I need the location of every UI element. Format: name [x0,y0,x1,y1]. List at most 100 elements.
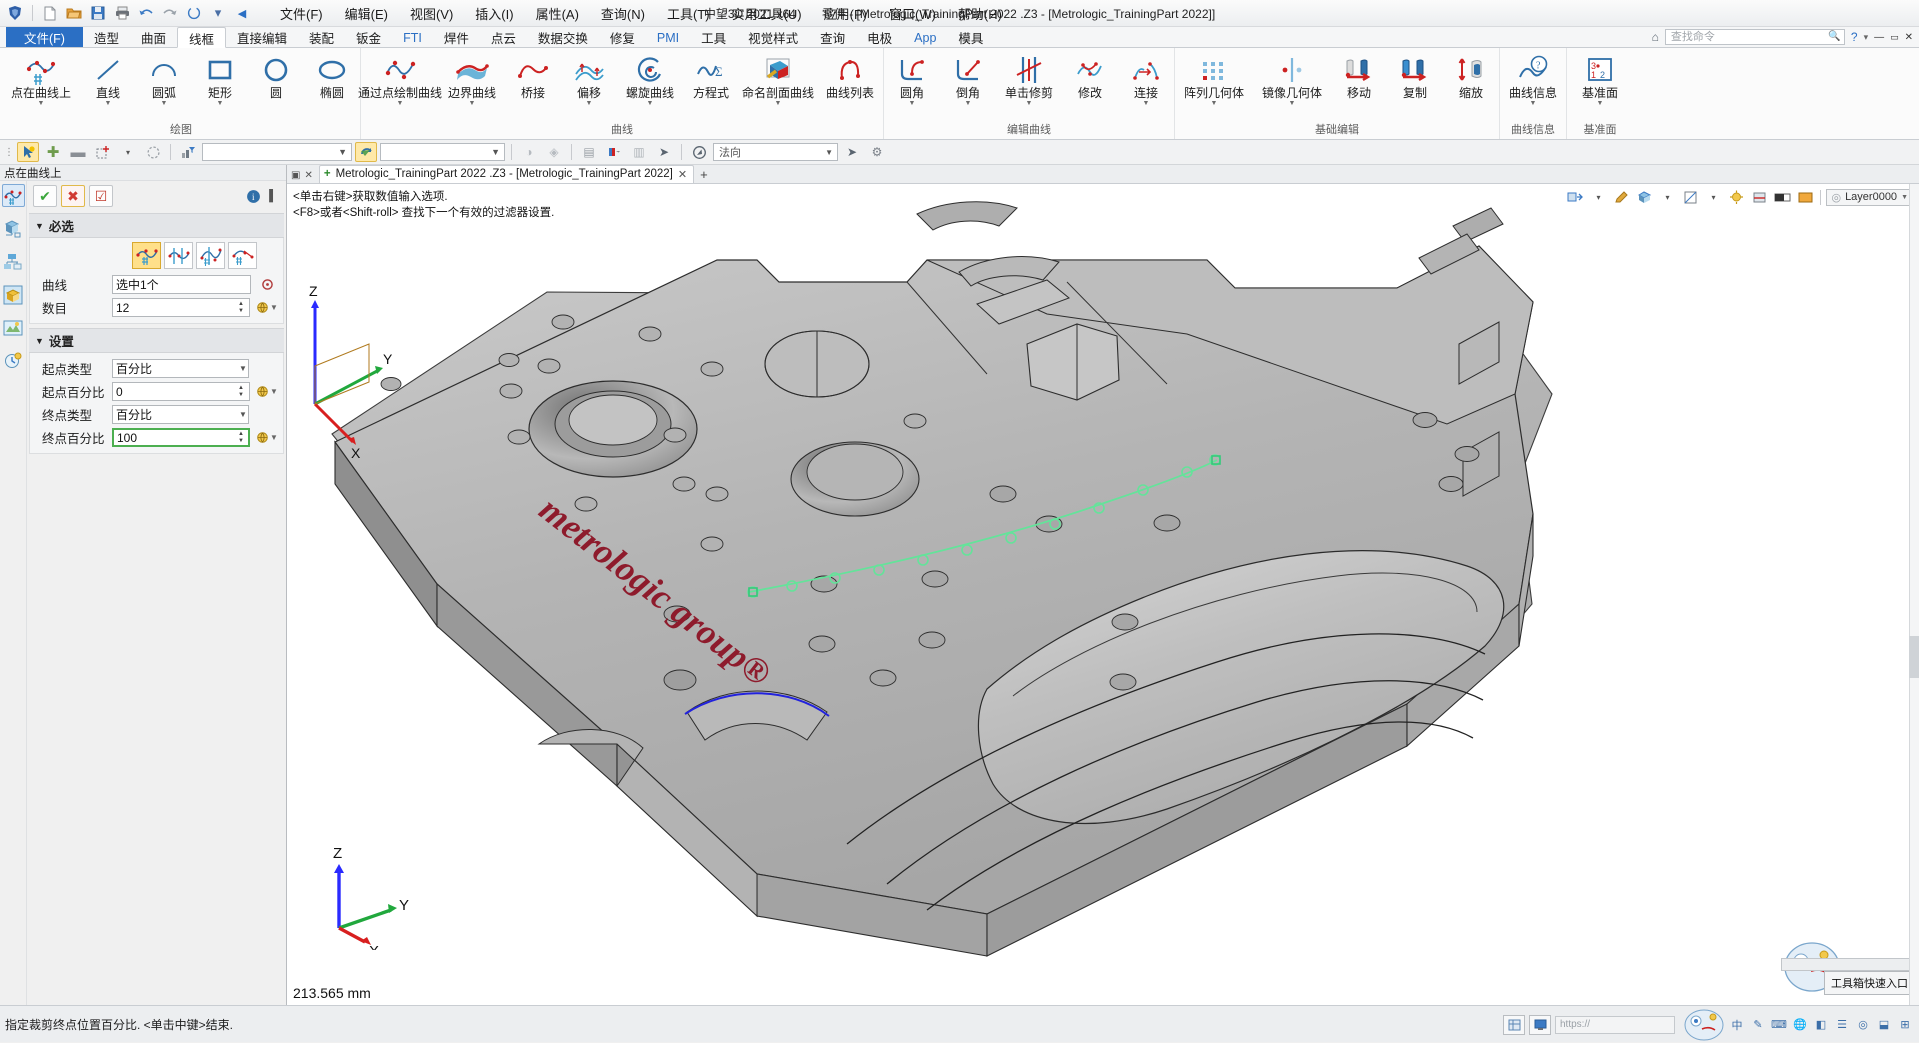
tab-sheetmetal[interactable]: 钣金 [345,27,392,47]
grid-icon[interactable] [1503,1014,1525,1035]
ribbon-item-curve-info[interactable]: ? 曲线信息 ▼ [1500,52,1566,109]
chevron-down-icon[interactable]: ▾ [117,142,139,162]
chevron-down-icon[interactable]: ▼ [217,100,224,109]
chevron-down-icon[interactable]: ▼ [965,100,972,109]
3d-viewport[interactable]: <单击右键>获取数值输入选项. <F8>或者<Shift-roll> 查找下一个… [287,184,1919,1005]
monitor-icon[interactable] [1529,1014,1551,1035]
circle-select-icon[interactable] [142,142,164,162]
start-percent-spinner[interactable]: ▲ ▼ [238,385,251,399]
shade-icon[interactable]: ◈ [543,142,565,162]
ribbon-item-modify[interactable]: 修改 ▼ [1062,52,1118,109]
chevron-down-icon[interactable]: ▼ [270,433,278,442]
ribbon-item-rectangle[interactable]: 矩形 ▼ [192,52,248,109]
end-percent-spinner[interactable]: ▲ ▼ [238,431,251,445]
ribbon-tab-bar[interactable]: 文件(F) 造型 曲面 线框 直接编辑 装配 钣金 FTI 焊件 点云 数据交换… [0,27,1919,48]
menu-view[interactable]: 视图(V) [399,1,464,26]
tab-weldment[interactable]: 焊件 [433,27,480,47]
ribbon-item-connect[interactable]: 连接 ▼ [1118,52,1174,109]
viewport-scrollbar[interactable] [1909,184,1919,1005]
tray-target-icon[interactable]: ◎ [1855,1018,1871,1031]
refresh-icon[interactable] [183,3,205,24]
ribbon-item-datum-plane[interactable]: 3 1 2 基准面 ▼ [1567,52,1633,109]
global-icon[interactable] [256,431,269,444]
tab-tools[interactable]: 工具 [690,27,737,47]
ribbon-item-offset[interactable]: 偏移 ▼ [561,52,617,109]
scrollbar-thumb[interactable] [1909,635,1919,678]
tab-direct-edit[interactable]: 直接编辑 [226,27,298,47]
ribbon-item-curve-list[interactable]: 曲线列表 ▼ [817,52,883,109]
viewport-nav-wheel-icon[interactable] [1683,1008,1725,1042]
maximize-icon[interactable]: ▭ [1890,32,1899,43]
chevron-down-icon[interactable]: ▼ [586,100,593,109]
quick-access-toolbar[interactable]: ▾ ◀ [4,3,253,24]
face-color-icon[interactable] [603,142,625,162]
tab-electrode[interactable]: 电极 [856,27,903,47]
menu-edit[interactable]: 编辑(E) [334,1,399,26]
tray-globe-icon[interactable]: 🌐 [1792,1018,1808,1031]
ribbon-item-curve-through-points[interactable]: 通过点绘制曲线 ▼ [358,52,442,109]
help-icon[interactable]: ? [1851,30,1858,44]
undo-icon[interactable] [135,3,157,24]
tray-panel-icon[interactable]: ◧ [1813,1018,1829,1031]
ribbon-item-move[interactable]: 移动 ▼ [1331,52,1387,109]
rail-point-on-curve-icon[interactable] [1,184,25,207]
pin-icon[interactable]: ▌ [264,187,282,205]
add-icon[interactable]: ✚ [42,142,64,162]
ribbon-item-arc[interactable]: 圆弧 ▼ [136,52,192,109]
url-field[interactable]: https:// [1555,1015,1675,1034]
section-header-settings[interactable]: ▼ 设置 [29,328,284,353]
end-type-select[interactable]: 百分比 [112,405,249,424]
new-icon[interactable] [39,3,61,24]
ribbon-item-mirror-geometry[interactable]: 镜像几何体 ▼ [1253,52,1331,109]
tab-pointcloud[interactable]: 点云 [480,27,527,47]
restore-window-icon[interactable]: ▣ [291,170,300,181]
chevron-down-icon[interactable]: ▼ [338,147,347,157]
menu-attribute[interactable]: 属性(A) [525,1,590,26]
ribbon-item-circle[interactable]: 圆 ▼ [248,52,304,109]
tab-close-icon[interactable]: ✕ [678,168,687,181]
chevron-down-icon[interactable]: ▼ [1211,100,1218,109]
chevron-down-icon[interactable]: ▾ [207,3,229,24]
chevron-down-icon[interactable]: ▼ [909,100,916,109]
tab-modeling[interactable]: 造型 [83,27,130,47]
pointer-icon[interactable]: ➤ [653,142,675,162]
tab-pmi[interactable]: PMI [646,27,690,47]
form-action-bar[interactable]: ✔ ✖ ☑ i ▌ [27,181,286,211]
method-arc-points-icon[interactable] [228,242,257,269]
arrow-icon[interactable]: ➤ [841,142,863,162]
start-type-select[interactable]: 百分比 [112,359,249,378]
system-tray[interactable]: 中 ✎ ⌨ 🌐 ◧ ☰ ◎ ⬓ ⊞ [1729,1017,1913,1033]
open-icon[interactable] [63,3,85,24]
chevron-down-icon[interactable]: ▼ [235,410,251,419]
new-tab-button[interactable]: + [694,167,714,183]
search-input[interactable]: 查找命令 🔍 [1664,29,1845,45]
ok-button[interactable]: ✔ [33,185,57,207]
normal-direction-combo[interactable]: 法向 ▼ [713,143,838,161]
render-icon[interactable]: ◑ [518,142,540,162]
sync-icon[interactable] [355,142,377,162]
method-button-group[interactable] [32,242,281,273]
apply-button[interactable]: ☑ [89,185,113,207]
rail-history-icon[interactable] [2,349,25,372]
chevron-down-icon[interactable]: ▼ [647,100,654,109]
number-input[interactable]: 12 [112,298,250,317]
number-spinner[interactable]: ▲ ▼ [238,301,251,315]
ribbon-item-click-trim[interactable]: 单击修剪 ▼ [996,52,1062,109]
chevron-down-icon[interactable]: ▼ [775,100,782,109]
field-trailing[interactable] [255,278,279,291]
tab-assembly[interactable]: 装配 [298,27,345,47]
tab-fti[interactable]: FTI [392,27,433,47]
ribbon-tab-right-tools[interactable]: ⌂ 查找命令 🔍 ? ▾ — ▭ ✕ [1652,29,1913,45]
info-icon[interactable]: i [244,187,262,205]
remove-icon[interactable]: ▬ [67,142,89,162]
close-window-icon[interactable]: ✕ [304,170,312,181]
attribute-toolbar[interactable]: ⋮ ✚ ▬ ▾ ▼ ▼ ◑ ◈ ▤ ▥ ➤ 法向 ▼ ➤ ⚙ [0,140,1919,165]
face-icon[interactable]: ▤ [578,142,600,162]
chevron-down-icon[interactable]: ▼ [1289,100,1296,109]
chevron-down-icon[interactable]: ▼ [1597,100,1604,109]
ribbon-item-equation[interactable]: Σ 方程式 ▼ [683,52,739,109]
method-uniform-points-icon[interactable] [132,242,161,269]
chevron-down-icon[interactable]: ▼ [235,364,251,373]
ribbon-item-ellipse[interactable]: 椭圆 ▼ [304,52,360,109]
tray-menu-icon[interactable]: ☰ [1834,1018,1850,1031]
